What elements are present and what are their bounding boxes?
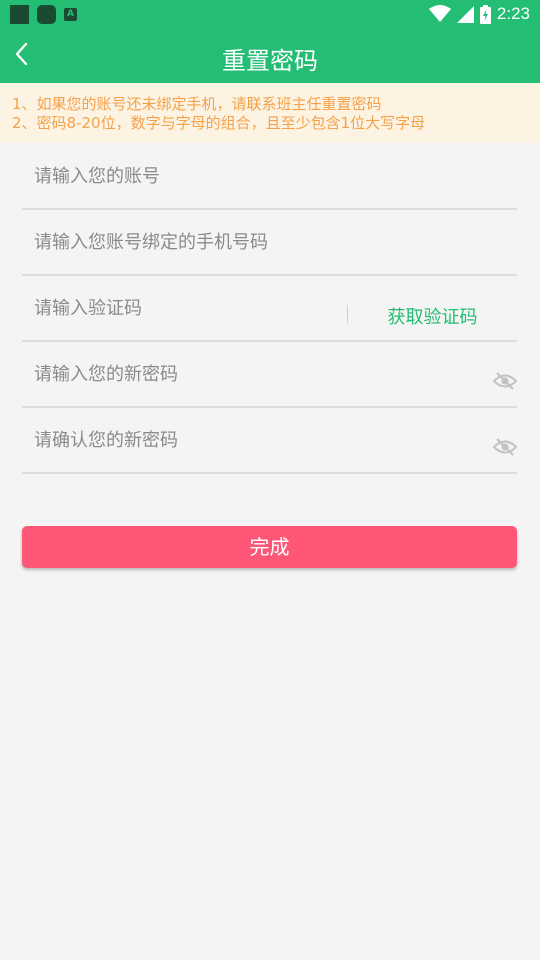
status-notifications: A bbox=[10, 5, 77, 24]
notification-square-icon bbox=[10, 5, 29, 24]
phone-row bbox=[22, 210, 517, 276]
wifi-icon bbox=[428, 5, 451, 22]
notice-line-2: 2、密码8-20位，数字与字母的组合，且至少包含1位大写字母 bbox=[12, 114, 426, 132]
status-system-icons: 2:23 bbox=[428, 3, 530, 25]
notice-banner: 1、如果您的账号还未绑定手机，请联系班主任重置密码 2、密码8-20位，数字与字… bbox=[0, 83, 540, 143]
keyboard-a-icon: A bbox=[64, 8, 77, 21]
title-bar: 重置密码 bbox=[0, 28, 540, 83]
signal-icon bbox=[456, 5, 474, 23]
eye-hidden-icon bbox=[492, 372, 518, 390]
confirm-password-row bbox=[22, 408, 518, 474]
code-row: 获取验证码 bbox=[22, 276, 517, 342]
toggle-confirm-password-visibility[interactable] bbox=[492, 437, 518, 457]
battery-charging-icon bbox=[479, 4, 491, 24]
get-code-button[interactable]: 获取验证码 bbox=[348, 276, 517, 340]
page-title: 重置密码 bbox=[222, 47, 318, 75]
account-input[interactable] bbox=[34, 144, 334, 208]
status-bar: A 2:23 bbox=[0, 0, 540, 28]
account-row bbox=[22, 144, 517, 210]
verification-code-input[interactable] bbox=[34, 276, 334, 340]
notification-rounded-icon bbox=[37, 5, 56, 24]
submit-button[interactable]: 完成 bbox=[22, 526, 517, 568]
toggle-new-password-visibility[interactable] bbox=[492, 371, 518, 391]
eye-hidden-icon bbox=[492, 438, 518, 456]
confirm-password-input[interactable] bbox=[34, 408, 334, 472]
reset-password-screen: A 2:23 重置密码 1、如果您的账号还未绑定手机，请联系班主任重置密码 2、… bbox=[0, 0, 540, 960]
phone-input[interactable] bbox=[34, 210, 334, 274]
new-password-row bbox=[22, 342, 518, 408]
notice-line-1: 1、如果您的账号还未绑定手机，请联系班主任重置密码 bbox=[12, 95, 382, 113]
new-password-input[interactable] bbox=[34, 342, 334, 406]
clock: 2:23 bbox=[496, 4, 530, 23]
